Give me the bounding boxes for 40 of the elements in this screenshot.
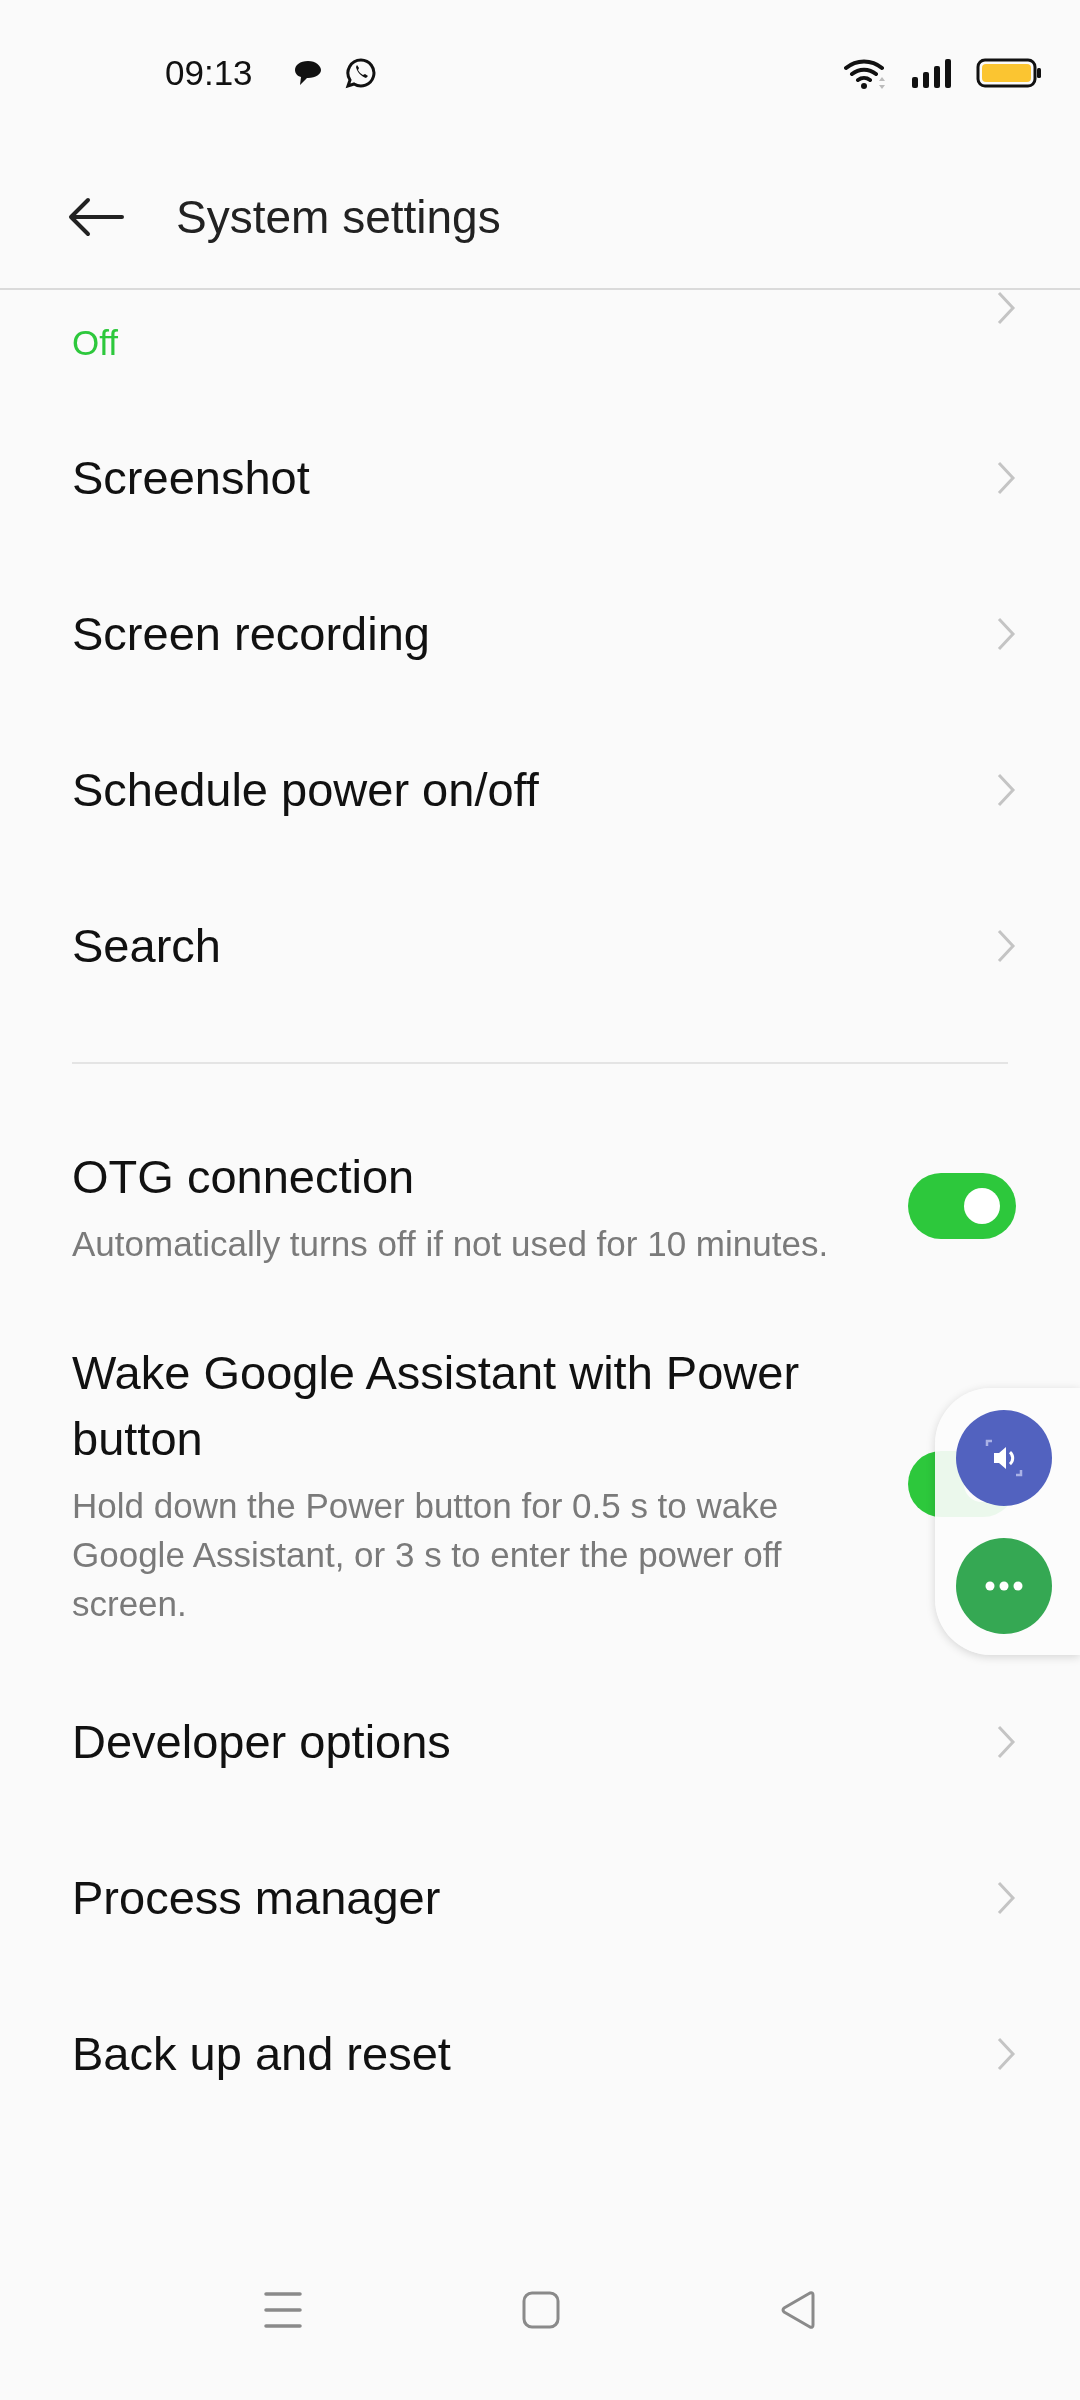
settings-row[interactable]: Screenshot bbox=[0, 400, 1080, 556]
chevron-right-icon bbox=[996, 1880, 1016, 1916]
home-square-icon[interactable] bbox=[522, 2291, 560, 2329]
setting-title: Schedule power on/off bbox=[72, 762, 539, 818]
chevron-right-icon bbox=[996, 1724, 1016, 1760]
chevron-right-icon bbox=[996, 928, 1016, 964]
menu-icon[interactable] bbox=[264, 2292, 302, 2328]
speaker-icon bbox=[983, 1437, 1024, 1478]
battery-icon bbox=[976, 56, 1042, 89]
more-dots-icon bbox=[983, 1580, 1024, 1591]
settings-row[interactable]: Developer options bbox=[0, 1664, 1080, 1820]
setting-title: Process manager bbox=[72, 1870, 441, 1926]
setting-title: OTG connection bbox=[72, 1149, 416, 1205]
setting-title: Back up and reset bbox=[72, 2026, 451, 2082]
page-title: System settings bbox=[176, 189, 501, 244]
back-triangle-icon[interactable] bbox=[780, 2291, 816, 2329]
setting-description: Automatically turns off if not used for 10 minutes. bbox=[72, 1223, 830, 1265]
settings-row[interactable]: Search bbox=[0, 868, 1080, 1024]
status-time: 09:13 bbox=[165, 52, 253, 93]
chevron-right-icon bbox=[996, 772, 1016, 808]
settings-row[interactable]: Screen recording bbox=[0, 556, 1080, 712]
signal-icon bbox=[910, 56, 954, 89]
setting-title: Wake Google Assistant with Power button bbox=[72, 1345, 801, 1467]
settings-row[interactable]: Process manager bbox=[0, 1820, 1080, 1976]
phone-chat-icon bbox=[344, 56, 377, 89]
setting-description: Hold down the Power button for 0.5 s to wake Google Assistant, or 3 s to enter the power off screen. bbox=[72, 1485, 783, 1625]
wifi-icon bbox=[844, 56, 888, 89]
setting-title: Screen recording bbox=[72, 606, 430, 662]
setting-title: Screenshot bbox=[72, 450, 310, 506]
chevron-right-icon bbox=[996, 2036, 1016, 2072]
setting-value: Off bbox=[72, 322, 119, 364]
back-arrow-icon[interactable] bbox=[68, 196, 124, 237]
settings-row[interactable]: Back up and reset bbox=[0, 1976, 1080, 2132]
chat-bubble-icon bbox=[292, 58, 323, 87]
chevron-right-icon bbox=[996, 290, 1016, 326]
setting-title: Search bbox=[72, 918, 221, 974]
chevron-right-icon bbox=[996, 616, 1016, 652]
settings-row[interactable]: Schedule power on/off bbox=[0, 712, 1080, 868]
chevron-right-icon bbox=[996, 460, 1016, 496]
setting-title: Developer options bbox=[72, 1714, 451, 1770]
